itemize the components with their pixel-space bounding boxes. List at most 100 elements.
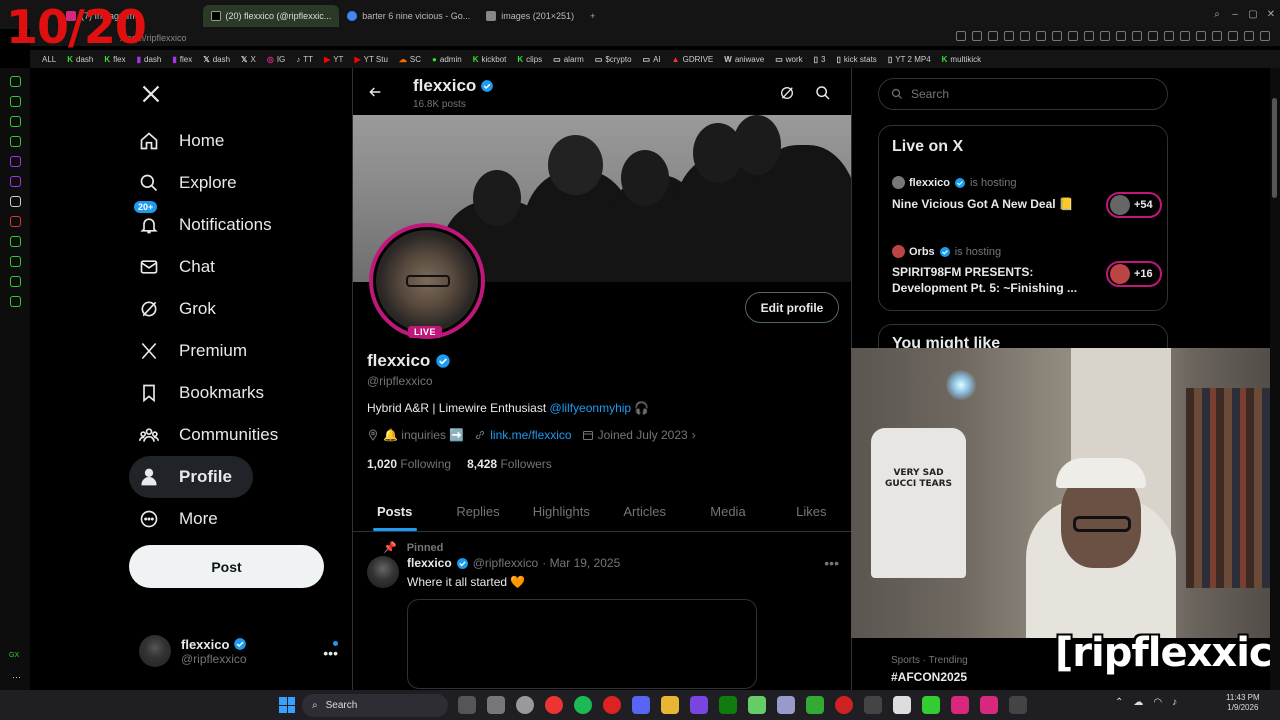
extension-icon[interactable] [1196, 31, 1206, 41]
listener-count[interactable]: +16 [1106, 261, 1162, 287]
bookmark[interactable]: Kdash [67, 55, 93, 64]
profile-avatar[interactable] [369, 223, 485, 339]
app-icon[interactable] [980, 696, 998, 714]
bookmark[interactable]: ● admin [432, 55, 462, 64]
tab-posts[interactable]: Posts [353, 492, 436, 531]
cloud-icon[interactable]: ☁ [1133, 697, 1143, 708]
sidebar-app-icon[interactable] [9, 76, 21, 87]
settings-icon[interactable] [9, 296, 21, 307]
app-icon[interactable] [458, 696, 476, 714]
bookmark[interactable]: ALL [42, 55, 56, 64]
app-icon[interactable] [893, 696, 911, 714]
bookmark[interactable]: Kflex [104, 55, 125, 64]
post-button[interactable]: Post [129, 545, 324, 588]
chevron-up-icon[interactable]: ⌃ [1115, 697, 1123, 708]
tweet-date[interactable]: · Mar 19, 2025 [542, 556, 620, 570]
bookmark[interactable]: ▯ 3 [814, 55, 826, 64]
extension-icon[interactable] [1180, 31, 1190, 41]
x-icon[interactable] [9, 196, 21, 207]
app-icon[interactable] [922, 696, 940, 714]
chrome-icon[interactable] [545, 696, 563, 714]
sidebar-app-icon[interactable] [9, 96, 21, 107]
more-icon[interactable]: ••• [824, 555, 839, 571]
nav-home[interactable]: Home [129, 120, 339, 162]
browser-tab-images[interactable]: images (201×251) [478, 5, 582, 27]
extension-icon[interactable] [1036, 31, 1046, 41]
nav-profile[interactable]: Profile [129, 456, 253, 498]
clock-icon[interactable] [9, 256, 21, 267]
opera-icon[interactable] [603, 696, 621, 714]
extension-icon[interactable] [1052, 31, 1062, 41]
bookmark[interactable]: ▭ $crypto [595, 55, 632, 64]
back-arrow-icon[interactable] [367, 84, 383, 100]
address-bar[interactable]: x.com/ripflexxico [30, 29, 1280, 46]
extension-icon[interactable] [1164, 31, 1174, 41]
live-badge[interactable]: LIVE [408, 326, 443, 338]
app-icon[interactable] [748, 696, 766, 714]
minimize-button[interactable]: – [1226, 9, 1244, 20]
maximize-button[interactable]: ▢ [1244, 9, 1262, 20]
more-icon[interactable]: ••• [323, 645, 338, 661]
bookmark[interactable]: ▶ YT Stu [354, 55, 387, 64]
browser-tab-x[interactable]: (20) flexxico (@ripflexxic... [202, 4, 340, 27]
taskbar-search[interactable]: ⌕ Search [302, 694, 448, 717]
bookmark[interactable]: ♪ TT [296, 55, 313, 64]
avatar[interactable] [367, 556, 399, 588]
close-window-button[interactable]: ✕ [1262, 9, 1280, 20]
extension-icon[interactable] [1084, 31, 1094, 41]
extension-icon[interactable] [972, 31, 982, 41]
bookmark[interactable]: ▭ AI [643, 55, 661, 64]
listener-count[interactable]: +54 [1106, 192, 1162, 218]
folder-icon[interactable] [661, 696, 679, 714]
nav-explore[interactable]: Explore [129, 162, 339, 204]
app-icon[interactable] [516, 696, 534, 714]
nav-chat[interactable]: Chat [129, 246, 339, 288]
trend-item[interactable]: Sports · Trending #AFCON2025 [891, 655, 968, 684]
tweet-media[interactable] [407, 599, 757, 689]
extension-icon[interactable] [988, 31, 998, 41]
tab-articles[interactable]: Articles [603, 492, 686, 531]
bookmark[interactable]: ▮ flex [172, 55, 192, 64]
following-link[interactable]: 1,020 Following [367, 457, 451, 471]
extension-icon[interactable] [1212, 31, 1222, 41]
profile-link[interactable]: link.me/flexxico [490, 428, 571, 442]
app-icon[interactable] [487, 696, 505, 714]
app-icon[interactable] [806, 696, 824, 714]
sidebar-app-icon[interactable] [9, 116, 21, 127]
wifi-icon[interactable]: ◠ [1153, 697, 1162, 708]
bookmark[interactable]: ▯ YT 2 MP4 [888, 55, 931, 64]
taskbar-clock[interactable]: 11:43 PM 1/9/2026 [1226, 693, 1260, 714]
extension-icon[interactable] [956, 31, 966, 41]
tab-replies[interactable]: Replies [436, 492, 519, 531]
discord-icon[interactable] [632, 696, 650, 714]
nav-notifications[interactable]: 20+ Notifications [129, 201, 339, 246]
extension-icon[interactable] [1116, 31, 1126, 41]
bookmark[interactable]: ▶ YT [324, 55, 343, 64]
account-switcher[interactable]: flexxico @ripflexxico ••• [139, 633, 344, 669]
bookmark[interactable]: ▭ work [775, 55, 802, 64]
bookmark[interactable]: Kmultikick [942, 55, 981, 64]
edit-profile-button[interactable]: Edit profile [745, 292, 839, 323]
extension-icon[interactable] [1004, 31, 1014, 41]
nav-bookmarks[interactable]: Bookmarks [129, 372, 339, 414]
bookmark[interactable]: ▭ alarm [553, 55, 584, 64]
bookmark[interactable]: Kclips [517, 55, 542, 64]
app-icon[interactable] [777, 696, 795, 714]
bookmark[interactable]: 𝕏X [241, 55, 256, 64]
spotify-icon[interactable] [574, 696, 592, 714]
tab-likes[interactable]: Likes [770, 492, 851, 531]
extension-icon[interactable] [1244, 31, 1254, 41]
extension-icon[interactable] [1228, 31, 1238, 41]
extension-icon[interactable] [1020, 31, 1030, 41]
extension-icon[interactable] [1068, 31, 1078, 41]
app-icon[interactable] [1009, 696, 1027, 714]
browser-tab-google[interactable]: barter 6 nine vicious - Go... [339, 5, 478, 27]
bookmark[interactable]: 𝕏dash [203, 55, 230, 64]
twitch-icon[interactable] [9, 156, 21, 167]
x-logo-icon[interactable] [141, 84, 161, 104]
search-icon[interactable] [815, 85, 831, 101]
instagram-icon[interactable] [9, 176, 21, 187]
followers-link[interactable]: 8,428 Followers [467, 457, 552, 471]
app-icon[interactable] [951, 696, 969, 714]
bookmark[interactable]: ▲ GDRIVE [672, 55, 714, 64]
